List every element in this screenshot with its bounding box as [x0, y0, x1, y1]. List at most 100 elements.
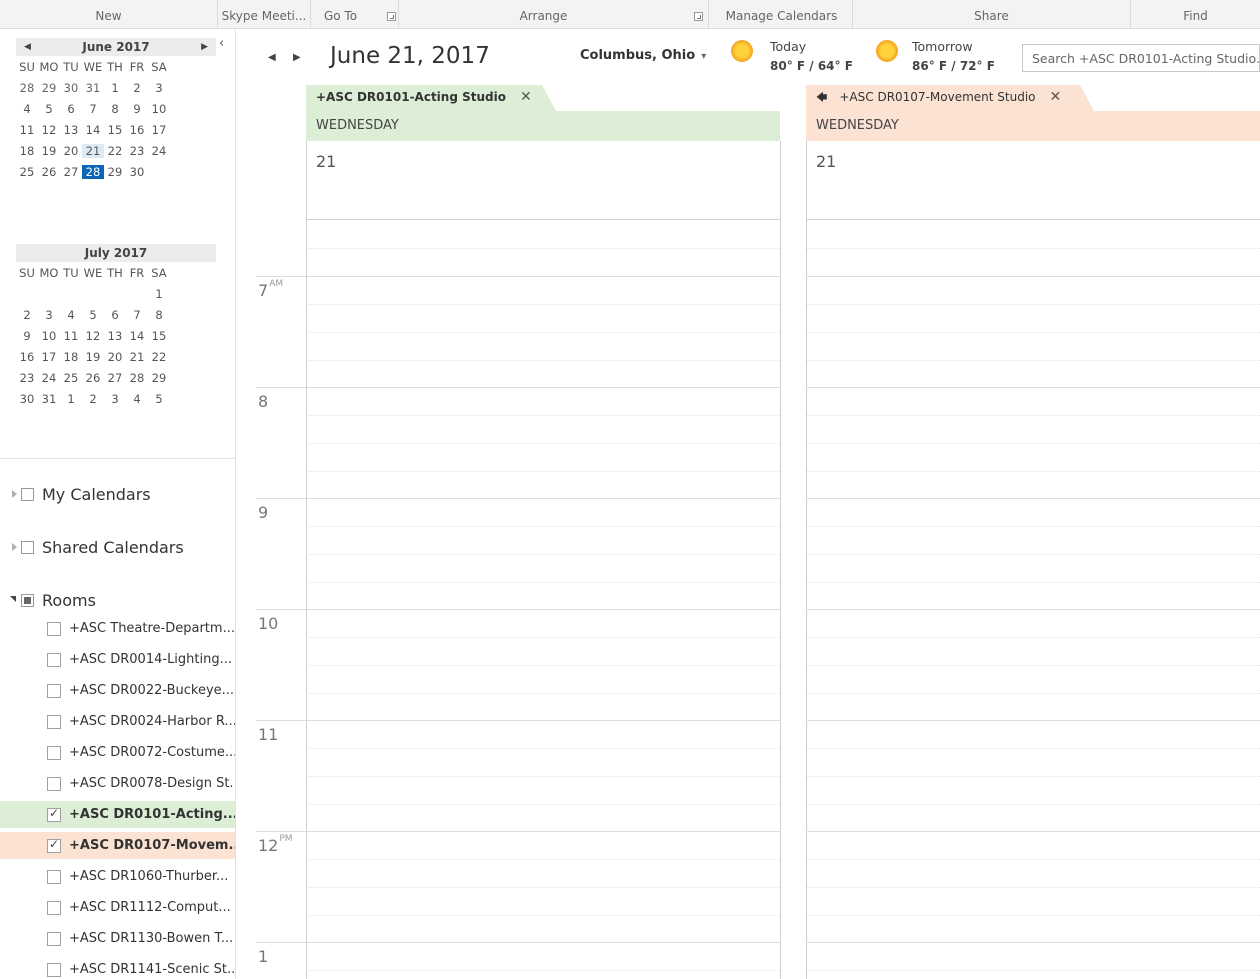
- location-selector[interactable]: Columbus, Ohio ▾: [580, 48, 706, 63]
- room-item[interactable]: +ASC DR0022-Buckeye...: [0, 677, 235, 704]
- day-cell[interactable]: 21: [126, 350, 148, 364]
- day-cell[interactable]: 11: [60, 329, 82, 343]
- day-cell[interactable]: 29: [148, 371, 170, 385]
- room-checkbox[interactable]: [47, 962, 61, 977]
- overlay-arrow-icon[interactable]: 🡄: [816, 91, 827, 104]
- day-cell[interactable]: 3: [148, 81, 170, 95]
- day-cell[interactable]: 30: [126, 165, 148, 179]
- day-cell[interactable]: 25: [60, 371, 82, 385]
- previous-day-icon[interactable]: ◀: [268, 52, 276, 63]
- day-cell[interactable]: 13: [60, 123, 82, 137]
- day-cell[interactable]: 19: [38, 144, 60, 158]
- day-column-movement[interactable]: [806, 141, 1260, 979]
- folder-my-calendars[interactable]: My Calendars: [0, 482, 151, 506]
- expand-icon[interactable]: [10, 482, 21, 506]
- day-cell[interactable]: 17: [38, 350, 60, 364]
- day-cell[interactable]: 27: [60, 165, 82, 179]
- room-item[interactable]: +ASC DR0107-Movem...: [0, 832, 235, 859]
- day-cell[interactable]: 11: [16, 123, 38, 137]
- day-cell[interactable]: 19: [82, 350, 104, 364]
- day-cell[interactable]: 30: [60, 81, 82, 95]
- next-month-icon[interactable]: ▶: [201, 38, 208, 56]
- day-cell[interactable]: 29: [38, 81, 60, 95]
- day-cell[interactable]: 30: [16, 392, 38, 406]
- day-cell[interactable]: 18: [16, 144, 38, 158]
- room-checkbox[interactable]: [47, 621, 61, 636]
- prev-month-icon[interactable]: ◀: [24, 38, 31, 56]
- folder-checkbox[interactable]: [21, 487, 34, 501]
- day-cell[interactable]: 8: [148, 308, 170, 322]
- room-checkbox[interactable]: [47, 714, 61, 729]
- day-cell[interactable]: 25: [16, 165, 38, 179]
- day-cell[interactable]: 17: [148, 123, 170, 137]
- folder-rooms[interactable]: Rooms: [0, 588, 96, 612]
- room-checkbox[interactable]: [47, 806, 61, 822]
- day-cell[interactable]: 12: [38, 123, 60, 137]
- folder-checkbox[interactable]: [21, 593, 34, 607]
- day-cell[interactable]: 24: [38, 371, 60, 385]
- day-cell[interactable]: 2: [126, 81, 148, 95]
- day-cell[interactable]: 1: [148, 287, 170, 301]
- room-item[interactable]: +ASC DR1112-Comput...: [0, 894, 235, 921]
- day-cell[interactable]: 2: [82, 392, 104, 406]
- ribbon-group-goto[interactable]: Go To: [311, 0, 399, 29]
- day-cell[interactable]: 18: [60, 350, 82, 364]
- day-column-acting[interactable]: [306, 141, 781, 979]
- ribbon-group-manage-calendars[interactable]: Manage Calendars: [709, 0, 853, 29]
- day-cell[interactable]: 20: [104, 350, 126, 364]
- room-checkbox[interactable]: [47, 652, 61, 667]
- room-item[interactable]: +ASC Theatre-Departm...: [0, 615, 235, 642]
- day-cell[interactable]: 2: [16, 308, 38, 322]
- ribbon-group-find[interactable]: Find: [1131, 0, 1260, 29]
- day-cell[interactable]: 14: [126, 329, 148, 343]
- day-cell[interactable]: 26: [38, 165, 60, 179]
- day-cell[interactable]: 9: [16, 329, 38, 343]
- search-input[interactable]: Search +ASC DR0101-Acting Studio...: [1022, 44, 1260, 72]
- day-cell[interactable]: 4: [16, 102, 38, 116]
- day-cell[interactable]: 7: [82, 102, 104, 116]
- day-cell[interactable]: 13: [104, 329, 126, 343]
- close-icon[interactable]: ✕: [520, 89, 532, 105]
- dropdown-icon[interactable]: ▾: [701, 51, 706, 62]
- day-cell[interactable]: 31: [82, 81, 104, 95]
- collapse-pane-icon[interactable]: ‹: [219, 36, 224, 51]
- tab-acting-studio[interactable]: +ASC DR0101-Acting Studio ✕: [306, 85, 556, 111]
- day-cell[interactable]: 16: [16, 350, 38, 364]
- day-cell[interactable]: 15: [104, 123, 126, 137]
- room-item[interactable]: +ASC DR1130-Bowen T...: [0, 925, 235, 952]
- day-cell[interactable]: 22: [148, 350, 170, 364]
- room-checkbox[interactable]: [47, 900, 61, 915]
- day-cell[interactable]: 24: [148, 144, 170, 158]
- day-cell[interactable]: 29: [104, 165, 126, 179]
- day-cell[interactable]: 14: [82, 123, 104, 137]
- room-item[interactable]: +ASC DR1060-Thurber...: [0, 863, 235, 890]
- day-cell[interactable]: 4: [60, 308, 82, 322]
- room-checkbox[interactable]: [47, 931, 61, 946]
- day-cell[interactable]: 12: [82, 329, 104, 343]
- day-cell[interactable]: 4: [126, 392, 148, 406]
- day-cell[interactable]: 3: [104, 392, 126, 406]
- day-cell[interactable]: 10: [38, 329, 60, 343]
- day-cell[interactable]: 16: [126, 123, 148, 137]
- arrange-dialog-launcher-icon[interactable]: [694, 12, 703, 21]
- day-cell[interactable]: 10: [148, 102, 170, 116]
- room-item[interactable]: +ASC DR0101-Acting...: [0, 801, 235, 828]
- folder-shared-calendars[interactable]: Shared Calendars: [0, 535, 184, 559]
- day-cell[interactable]: 8: [104, 102, 126, 116]
- day-cell[interactable]: 5: [38, 102, 60, 116]
- day-cell[interactable]: 15: [148, 329, 170, 343]
- room-item[interactable]: +ASC DR0072-Costume...: [0, 739, 235, 766]
- day-cell[interactable]: 9: [126, 102, 148, 116]
- day-cell[interactable]: 28: [82, 164, 104, 179]
- room-checkbox[interactable]: [47, 745, 61, 760]
- tab-movement-studio[interactable]: 🡄 +ASC DR0107-Movement Studio ✕: [806, 85, 1094, 111]
- day-cell[interactable]: 6: [104, 308, 126, 322]
- room-item[interactable]: +ASC DR0078-Design St...: [0, 770, 235, 797]
- room-item[interactable]: +ASC DR1141-Scenic St...: [0, 956, 235, 979]
- day-cell[interactable]: 28: [16, 81, 38, 95]
- close-icon[interactable]: ✕: [1050, 89, 1062, 105]
- day-cell[interactable]: 23: [16, 371, 38, 385]
- day-cell[interactable]: 7: [126, 308, 148, 322]
- goto-dialog-launcher-icon[interactable]: [387, 12, 396, 21]
- next-day-icon[interactable]: ▶: [293, 52, 301, 63]
